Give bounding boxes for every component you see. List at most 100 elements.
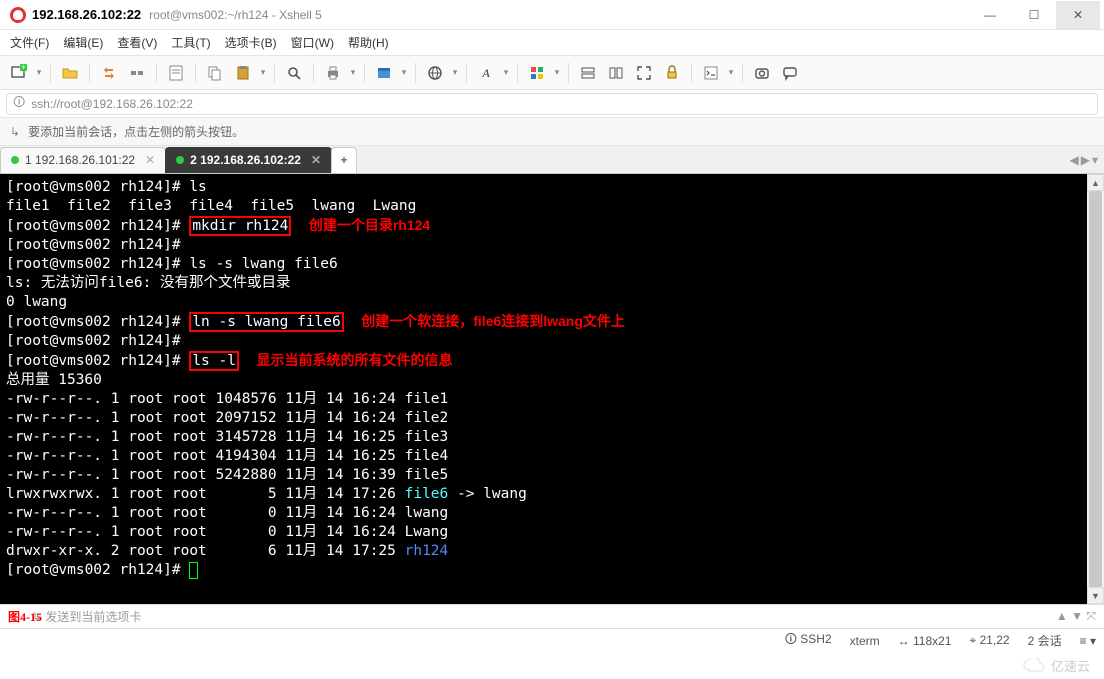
disconnect-button[interactable] bbox=[124, 60, 150, 86]
tab-close-icon[interactable]: ✕ bbox=[145, 153, 155, 167]
menu-tools[interactable]: 工具(T) bbox=[171, 34, 210, 51]
menu-edit[interactable]: 编辑(E) bbox=[63, 34, 103, 51]
title-ip: 192.168.26.102:22 bbox=[32, 7, 141, 22]
encoding-dropdown[interactable]: ▾ bbox=[450, 67, 460, 78]
svg-text:A: A bbox=[481, 66, 490, 80]
xftp-dropdown[interactable]: ▾ bbox=[399, 67, 409, 78]
toolbar-separator bbox=[568, 63, 569, 83]
plus-icon: + bbox=[340, 153, 347, 167]
tab-next-button[interactable]: ▶ bbox=[1081, 153, 1090, 167]
script-button[interactable] bbox=[698, 60, 724, 86]
svg-text:+: + bbox=[21, 64, 26, 72]
script-dropdown[interactable]: ▾ bbox=[726, 67, 736, 78]
compose-bar: 图4-15 ↳ 发送到当前选项卡 ▲ ▼ ⤧ bbox=[0, 604, 1104, 628]
minimize-icon: — bbox=[984, 8, 996, 22]
tab-session-1[interactable]: 1 192.168.26.101:22 ✕ bbox=[0, 147, 166, 173]
open-button[interactable] bbox=[57, 60, 83, 86]
tab-label: 1 192.168.26.101:22 bbox=[25, 153, 135, 167]
terminal-pane: [root@vms002 rh124]# ls file1 file2 file… bbox=[0, 174, 1104, 604]
tab-list-dropdown[interactable]: ▾ bbox=[1092, 153, 1098, 167]
hint-bar: ↳ 要添加当前会话，点击左侧的箭头按钮。 bbox=[0, 118, 1104, 146]
maximize-button[interactable]: ☐ bbox=[1012, 1, 1056, 29]
tab-session-2[interactable]: 2 192.168.26.102:22 ✕ bbox=[165, 147, 332, 173]
address-field[interactable]: 🛈 ssh://root@192.168.26.102:22 bbox=[6, 93, 1098, 115]
compose-down-button[interactable]: ▼ bbox=[1071, 609, 1083, 623]
font-button[interactable]: A bbox=[473, 60, 499, 86]
print-dropdown[interactable]: ▾ bbox=[348, 67, 358, 78]
menu-help[interactable]: 帮助(H) bbox=[348, 34, 389, 51]
scroll-track[interactable] bbox=[1087, 191, 1104, 587]
protocol-icon: 🛈 bbox=[13, 93, 25, 114]
tab-label: 2 192.168.26.102:22 bbox=[190, 153, 301, 167]
hint-arrow-icon[interactable]: ↳ bbox=[10, 125, 20, 139]
app-icon bbox=[10, 7, 26, 23]
status-menu[interactable]: ≡ ▾ bbox=[1080, 634, 1096, 648]
close-button[interactable]: ✕ bbox=[1056, 1, 1100, 29]
scroll-down-button[interactable]: ▼ bbox=[1087, 587, 1104, 604]
scroll-up-button[interactable]: ▲ bbox=[1087, 174, 1104, 191]
print-button[interactable] bbox=[320, 60, 346, 86]
scroll-thumb[interactable] bbox=[1089, 191, 1102, 587]
toolbar-separator bbox=[466, 63, 467, 83]
font-dropdown[interactable]: ▾ bbox=[501, 67, 511, 78]
properties-button[interactable] bbox=[163, 60, 189, 86]
toolbar-separator bbox=[50, 63, 51, 83]
color-button[interactable] bbox=[524, 60, 550, 86]
tab-prev-button[interactable]: ◀ bbox=[1070, 153, 1079, 167]
copy-button[interactable] bbox=[202, 60, 228, 86]
toolbar-separator bbox=[195, 63, 196, 83]
session-tabbar: 1 192.168.26.101:22 ✕ 2 192.168.26.102:2… bbox=[0, 146, 1104, 174]
tab-close-icon[interactable]: ✕ bbox=[311, 153, 321, 167]
highlight-ln: ln -s lwang file6 bbox=[189, 312, 343, 332]
fullscreen-button[interactable] bbox=[631, 60, 657, 86]
find-button[interactable] bbox=[281, 60, 307, 86]
paste-dropdown[interactable]: ▾ bbox=[258, 67, 268, 78]
terminal[interactable]: [root@vms002 rh124]# ls file1 file2 file… bbox=[0, 174, 1087, 604]
tile-vert-button[interactable] bbox=[603, 60, 629, 86]
lock-button[interactable] bbox=[659, 60, 685, 86]
close-icon: ✕ bbox=[1073, 8, 1083, 22]
annotation-mkdir: 创建一个目录rh124 bbox=[309, 217, 430, 233]
status-termtype: xterm bbox=[850, 634, 880, 648]
status-dot-icon bbox=[11, 156, 19, 164]
toolbar: + ▾ ▾ ▾ ▾ ▾ A ▾ ▾ ▾ bbox=[0, 56, 1104, 90]
tab-add-button[interactable]: + bbox=[331, 147, 357, 173]
terminal-cursor bbox=[189, 562, 198, 579]
chat-button[interactable] bbox=[777, 60, 803, 86]
address-bar: 🛈 ssh://root@192.168.26.102:22 bbox=[0, 90, 1104, 118]
status-protocol: 🛈 SSH2 bbox=[785, 630, 832, 651]
terminal-scrollbar[interactable]: ▲ ▼ bbox=[1087, 174, 1104, 604]
hint-text: 要添加当前会话，点击左侧的箭头按钮。 bbox=[28, 123, 244, 140]
highlight-mkdir: mkdir rh124 bbox=[189, 216, 291, 236]
toolbar-separator bbox=[89, 63, 90, 83]
menubar: 文件(F) 编辑(E) 查看(V) 工具(T) 选项卡(B) 窗口(W) 帮助(… bbox=[0, 30, 1104, 56]
capture-button[interactable] bbox=[749, 60, 775, 86]
xftp-button[interactable] bbox=[371, 60, 397, 86]
paste-button[interactable] bbox=[230, 60, 256, 86]
reconnect-button[interactable] bbox=[96, 60, 122, 86]
status-sessions: 2 会话 bbox=[1028, 632, 1062, 649]
menu-tabs[interactable]: 选项卡(B) bbox=[225, 34, 277, 51]
compose-up-button[interactable]: ▲ bbox=[1056, 609, 1068, 623]
title-subtitle: root@vms002:~/rh124 - Xshell 5 bbox=[149, 8, 322, 22]
compose-pin-button[interactable]: ⤧ bbox=[1086, 609, 1096, 623]
address-text: ssh://root@192.168.26.102:22 bbox=[31, 97, 193, 111]
menu-file[interactable]: 文件(F) bbox=[10, 34, 49, 51]
color-dropdown[interactable]: ▾ bbox=[552, 67, 562, 78]
maximize-icon: ☐ bbox=[1029, 8, 1040, 22]
toolbar-separator bbox=[742, 63, 743, 83]
annotation-lsl: 显示当前系统的所有文件的信息 bbox=[256, 352, 452, 368]
tile-horiz-button[interactable] bbox=[575, 60, 601, 86]
menu-view[interactable]: 查看(V) bbox=[117, 34, 157, 51]
figure-label: 图4-15 bbox=[8, 608, 42, 625]
status-dot-icon bbox=[176, 156, 184, 164]
minimize-button[interactable]: — bbox=[968, 1, 1012, 29]
status-size: ↔ 118x21 bbox=[898, 634, 952, 648]
status-cursor-pos: ⌖ 21,22 bbox=[969, 633, 1009, 648]
encoding-button[interactable] bbox=[422, 60, 448, 86]
annotation-ln: 创建一个软连接，file6连接到lwang文件上 bbox=[361, 313, 625, 329]
new-session-dropdown[interactable]: ▾ bbox=[34, 67, 44, 78]
new-session-button[interactable]: + bbox=[6, 60, 32, 86]
statusbar: 🛈 SSH2 xterm ↔ 118x21 ⌖ 21,22 2 会话 ≡ ▾ bbox=[0, 628, 1104, 652]
menu-window[interactable]: 窗口(W) bbox=[291, 34, 334, 51]
